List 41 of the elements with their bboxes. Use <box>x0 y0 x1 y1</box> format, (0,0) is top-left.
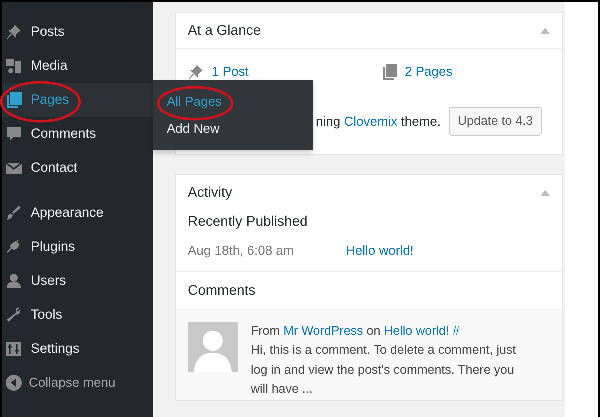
menu-icon <box>6 92 22 108</box>
publish-date: Aug 18th, 6:08 am <box>188 242 296 260</box>
sidebar-item[interactable]: Tools <box>2 298 153 332</box>
section-heading: Recently Published <box>188 212 308 229</box>
submenu-item[interactable]: All Pages <box>167 88 313 115</box>
pages-icon <box>383 64 397 80</box>
sidebar-item[interactable]: Pages <box>2 83 153 117</box>
collapse-icon <box>6 375 22 391</box>
sidebar-item[interactable]: Media <box>2 49 153 83</box>
menu-icon <box>6 239 22 255</box>
widget-title: At a Glance <box>188 21 262 40</box>
submenu-item[interactable]: Add New <box>167 115 313 142</box>
menu-icon <box>6 58 22 74</box>
collapse-menu-button[interactable]: Collapse menu <box>2 366 153 400</box>
collapse-arrow-icon[interactable] <box>541 28 550 34</box>
theme-info-text: ning Clovemix theme. <box>316 112 442 131</box>
widget-title: Activity <box>188 183 232 202</box>
page-count-link[interactable]: 2 Pages <box>405 62 453 82</box>
menu-icon <box>6 205 22 221</box>
menu-icon <box>6 307 22 323</box>
sidebar-item[interactable]: Contact <box>2 151 153 185</box>
avatar-silhouette <box>188 322 238 372</box>
sidebar-item[interactable]: Users <box>2 264 153 298</box>
menu-icon <box>6 273 22 289</box>
menu-icon <box>6 341 22 357</box>
post-count-link[interactable]: 1 Post <box>212 62 249 82</box>
post-link[interactable]: Hello world! <box>346 240 414 263</box>
sidebar-item[interactable]: Settings <box>2 332 153 366</box>
collapse-arrow-icon[interactable] <box>541 190 550 196</box>
sidebar-item[interactable]: Appearance <box>2 185 153 230</box>
comment-excerpt: Hi, this is a comment. To delete a comment, just log in and view the post's comments. There you will have ... <box>251 342 518 398</box>
pin-icon <box>188 64 204 80</box>
menu-icon <box>6 126 22 142</box>
sidebar-item[interactable]: Posts <box>2 15 153 49</box>
menu-icon <box>6 160 22 176</box>
update-button[interactable]: Update to 4.3 <box>449 107 542 136</box>
section-heading: Comments <box>188 282 256 298</box>
sidebar-item[interactable]: Plugins <box>2 230 153 264</box>
menu-icon <box>6 24 22 40</box>
sidebar-item[interactable]: Comments <box>2 117 153 151</box>
comment-byline: From Mr WordPress on Hello world! # <box>251 322 461 340</box>
